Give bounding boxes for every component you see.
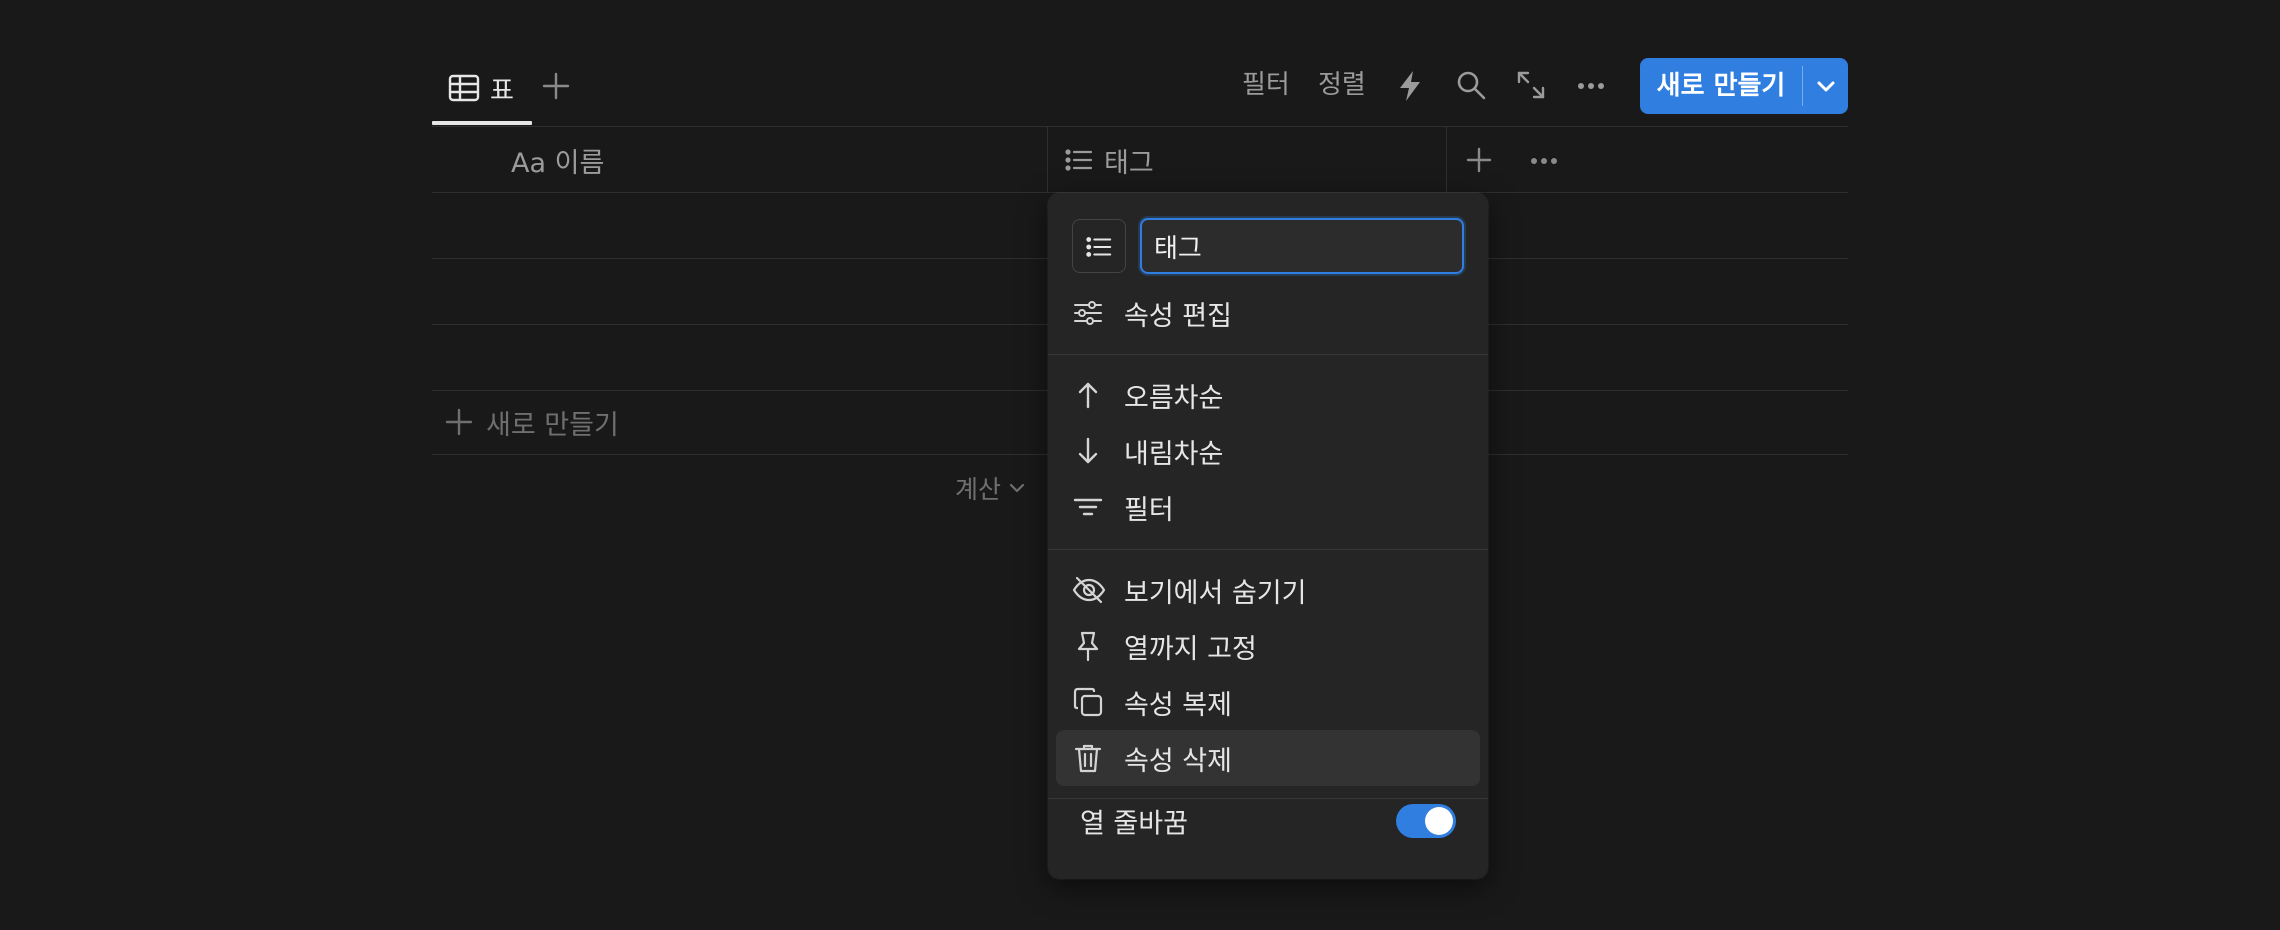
menu-item-sort-ascending[interactable]: 오름차순 xyxy=(1056,367,1480,423)
new-button[interactable]: 새로 만들기 xyxy=(1640,58,1848,114)
more-horizontal-icon xyxy=(1578,83,1604,89)
new-button-label[interactable]: 새로 만들기 xyxy=(1640,58,1802,114)
table-icon xyxy=(448,72,480,104)
add-row-button[interactable]: 새로 만들기 xyxy=(444,402,619,442)
active-tab-indicator xyxy=(432,121,532,125)
menu-divider xyxy=(1048,549,1488,550)
property-type-button[interactable] xyxy=(1072,219,1126,273)
wrap-column-toggle[interactable] xyxy=(1396,804,1456,838)
search-icon xyxy=(1457,71,1486,100)
menu-item-label: 열까지 고정 xyxy=(1124,633,1257,665)
menu-item-label: 필터 xyxy=(1124,494,1174,526)
sort-button[interactable]: 정렬 xyxy=(1318,68,1366,102)
column-header-label: 태그 xyxy=(1104,147,1154,179)
calculate-label: 계산 xyxy=(955,475,1002,504)
menu-item-label: 속성 삭제 xyxy=(1124,745,1232,777)
calculate-button[interactable]: 계산 xyxy=(955,470,1027,506)
menu-item-filter[interactable]: 필터 xyxy=(1056,479,1480,535)
wrap-column-label: 열 줄바꿈 xyxy=(1080,808,1188,840)
automation-button[interactable] xyxy=(1395,69,1429,103)
eye-off-icon xyxy=(1072,574,1106,606)
filter-button[interactable]: 필터 xyxy=(1242,68,1290,102)
column-divider xyxy=(1047,127,1048,192)
sliders-icon xyxy=(1072,297,1104,329)
menu-item-label: 보기에서 숨기기 xyxy=(1124,577,1307,609)
menu-item-edit-property[interactable]: 속성 편집 xyxy=(1056,285,1480,341)
menu-item-label: 오름차순 xyxy=(1124,382,1224,414)
add-view-button[interactable] xyxy=(540,70,572,102)
list-icon xyxy=(1064,145,1094,175)
property-name-input[interactable] xyxy=(1140,218,1464,274)
table-top-border xyxy=(432,126,1848,127)
menu-divider xyxy=(1048,798,1488,799)
tab-table-view[interactable]: 표 xyxy=(432,58,532,126)
plus-icon xyxy=(1466,147,1492,173)
add-row-label: 새로 만들기 xyxy=(486,409,619,441)
menu-item-label: 속성 편집 xyxy=(1124,300,1232,332)
lightning-icon xyxy=(1400,71,1420,101)
chevron-down-icon xyxy=(1817,81,1835,92)
tab-label: 표 xyxy=(490,76,514,106)
menu-item-hide-in-view[interactable]: 보기에서 숨기기 xyxy=(1056,562,1480,618)
column-header-name[interactable]: Aa 이름 xyxy=(511,128,1041,192)
plus-icon xyxy=(542,72,570,100)
expand-icon xyxy=(1517,71,1545,99)
list-icon xyxy=(1086,237,1112,257)
chevron-down-icon xyxy=(1007,478,1027,498)
pin-icon xyxy=(1072,630,1104,662)
expand-button[interactable] xyxy=(1515,69,1549,103)
menu-item-sort-descending[interactable]: 내림차순 xyxy=(1056,423,1480,479)
new-button-divider xyxy=(1802,66,1803,106)
plus-icon xyxy=(444,407,474,437)
more-options-button[interactable] xyxy=(1575,69,1609,103)
menu-item-label: 속성 복제 xyxy=(1124,689,1232,721)
menu-item-delete-property[interactable]: 속성 삭제 xyxy=(1056,730,1480,786)
arrow-down-icon xyxy=(1072,435,1104,467)
menu-divider xyxy=(1048,354,1488,355)
menu-item-freeze-column[interactable]: 열까지 고정 xyxy=(1056,618,1480,674)
table-more-button[interactable] xyxy=(1528,145,1560,177)
column-header-tags[interactable]: 태그 xyxy=(1064,128,1434,192)
toggle-knob xyxy=(1425,807,1453,835)
duplicate-icon xyxy=(1072,686,1104,718)
add-property-button[interactable] xyxy=(1464,145,1496,177)
more-horizontal-icon xyxy=(1531,158,1557,164)
menu-item-label: 내림차순 xyxy=(1124,438,1224,470)
menu-item-duplicate-property[interactable]: 속성 복제 xyxy=(1056,674,1480,730)
arrow-up-icon xyxy=(1072,379,1104,411)
new-button-dropdown[interactable] xyxy=(1804,58,1848,114)
property-menu: 속성 편집 오름차순 내림차순 필터 xyxy=(1048,193,1488,879)
filter-icon xyxy=(1072,491,1104,523)
column-header-label: Aa 이름 xyxy=(511,147,605,179)
trash-icon xyxy=(1072,742,1104,774)
column-divider xyxy=(1446,127,1447,192)
search-button[interactable] xyxy=(1455,69,1489,103)
